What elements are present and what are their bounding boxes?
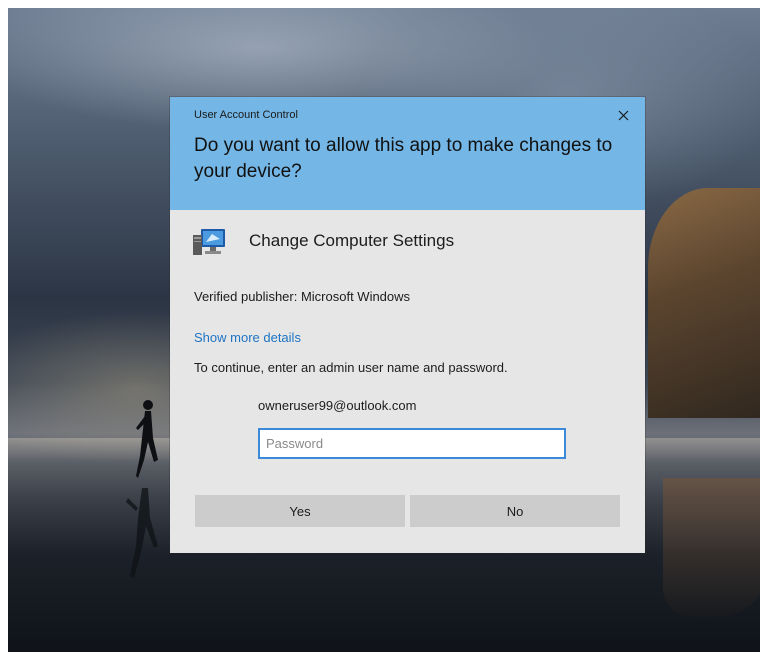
wallpaper-rock-formation bbox=[648, 188, 760, 418]
credential-instruction: To continue, enter an admin user name an… bbox=[194, 360, 508, 375]
dialog-headline: Do you want to allow this app to make ch… bbox=[194, 135, 613, 182]
no-button[interactable]: No bbox=[410, 495, 620, 527]
computer-settings-icon bbox=[193, 229, 225, 255]
verified-publisher: Verified publisher: Microsoft Windows bbox=[194, 289, 411, 304]
wallpaper-runner-reflection bbox=[126, 488, 158, 578]
app-name: Change Computer Settings bbox=[249, 231, 455, 250]
uac-dialog: User Account Control Do you want to allo… bbox=[170, 97, 645, 553]
dialog-header: User Account Control Do you want to allo… bbox=[170, 97, 645, 210]
wallpaper-runner-silhouette bbox=[136, 400, 158, 478]
dialog-caption: User Account Control bbox=[194, 109, 298, 121]
yes-button[interactable]: Yes bbox=[195, 495, 405, 527]
close-button[interactable] bbox=[609, 103, 637, 127]
show-more-details-link[interactable]: Show more details bbox=[194, 330, 301, 345]
wallpaper-rock-reflection bbox=[663, 478, 760, 618]
admin-username: owneruser99@outlook.com bbox=[258, 398, 417, 413]
password-input[interactable] bbox=[258, 428, 566, 459]
screen-frame: User Account Control Do you want to allo… bbox=[0, 0, 760, 652]
close-icon bbox=[618, 110, 628, 120]
